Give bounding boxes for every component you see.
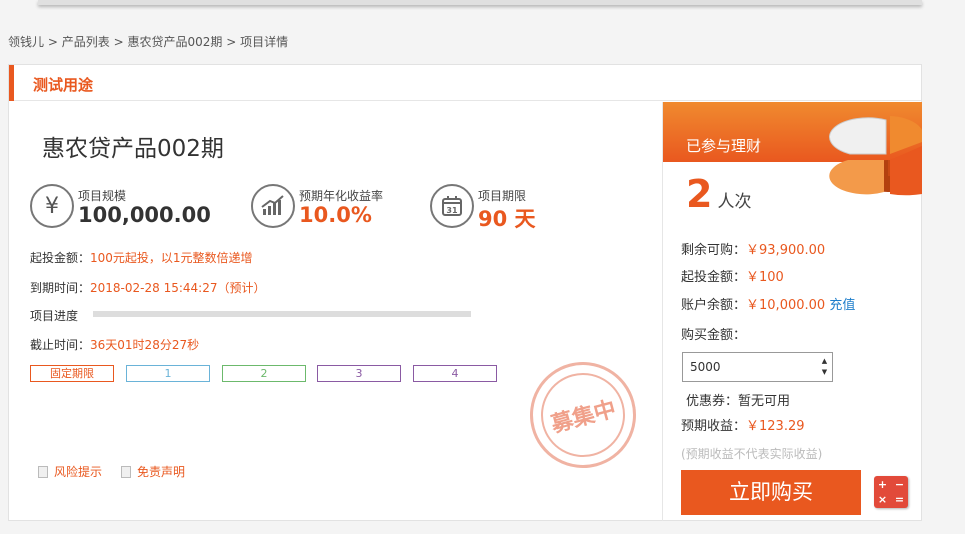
breadcrumb-separator: > xyxy=(113,35,124,49)
min-invest-right-row: 起投金额：￥100 xyxy=(681,266,784,285)
svg-text:31: 31 xyxy=(446,206,458,215)
deadline-row: 截止时间：36天01时28分27秒 xyxy=(30,336,199,353)
risk-link[interactable]: 风险提示 xyxy=(38,463,102,480)
deadline-label: 截止时间： xyxy=(30,338,91,352)
balance-row: 账户余额：￥10,000.00 充值 xyxy=(681,294,855,313)
breadcrumb-product-list[interactable]: 产品列表 xyxy=(62,35,110,49)
coupon-row: 优惠券：暂无可用 xyxy=(686,390,790,409)
stat-scale-value: 100,000.00 xyxy=(78,203,211,227)
risk-link-label[interactable]: 风险提示 xyxy=(54,463,102,480)
progress-bar xyxy=(93,311,471,317)
min-invest-right-label: 起投金额： xyxy=(681,270,747,285)
breadcrumb-separator: > xyxy=(47,35,58,49)
tag-1: 1 xyxy=(126,365,210,382)
min-invest-value: 100元起投，以1元整数倍递增 xyxy=(90,251,253,265)
amount-value: 5000 xyxy=(690,360,721,374)
calculator-icon[interactable]: + − × = xyxy=(874,476,908,508)
breadcrumb-product[interactable]: 惠农贷产品002期 xyxy=(127,35,222,49)
card-header: 测试用途 xyxy=(9,65,921,101)
stat-rate-value: 10.0% xyxy=(299,203,372,227)
breadcrumb-current: 项目详情 xyxy=(240,35,289,49)
tag-2: 2 xyxy=(222,365,306,382)
purchase-panel: 已参与理财 2 人次 剩余可购：￥93,900.00 起投金额：￥100 账户余… xyxy=(662,102,922,521)
remaining-value: ￥93,900.00 xyxy=(746,243,826,258)
stat-term-value: 90 天 xyxy=(478,207,536,231)
product-title: 惠农贷产品002期 xyxy=(42,136,224,162)
disclaimer-link-label[interactable]: 免责声明 xyxy=(137,463,185,480)
banner-text: 已参与理财 xyxy=(686,137,762,155)
min-invest-row: 起投金额：100元起投，以1元整数倍递增 xyxy=(30,249,253,266)
product-detail-card: 测试用途 惠农贷产品002期 ¥ 项目规模 100,000.00 预期年化收益率… xyxy=(8,64,922,521)
min-invest-right-value: ￥100 xyxy=(746,270,784,285)
stat-scale-label: 项目规模 xyxy=(78,189,127,203)
header-accent-bar xyxy=(9,65,14,101)
section-title: 测试用途 xyxy=(33,76,94,94)
participant-number: 2 xyxy=(686,172,713,216)
participant-count: 2 人次 xyxy=(686,172,752,216)
recharge-link[interactable]: 充值 xyxy=(829,298,855,313)
fundraising-stamp: 募集中 xyxy=(518,350,648,480)
stamp-text: 募集中 xyxy=(531,363,635,467)
calendar-icon: 31 xyxy=(430,184,474,228)
coupon-value: 暂无可用 xyxy=(738,394,791,409)
min-invest-label: 起投金额： xyxy=(30,251,91,265)
top-shadow-bar xyxy=(38,0,922,5)
chart-growth-icon xyxy=(251,184,295,228)
expected-return-row: 预期收益：￥123.29 xyxy=(681,415,805,434)
expected-return-value: ￥123.29 xyxy=(746,419,805,434)
pie-chart-icon xyxy=(829,116,922,196)
disclaimer-link[interactable]: 免责声明 xyxy=(121,463,185,480)
tag-3: 3 xyxy=(317,365,401,382)
breadcrumb-separator: > xyxy=(226,35,237,49)
stat-scale: ¥ 项目规模 100,000.00 xyxy=(30,184,220,234)
coupon-label: 优惠券： xyxy=(686,394,739,409)
stat-term-label: 项目期限 xyxy=(478,189,527,203)
breadcrumb: 领钱儿 > 产品列表 > 惠农贷产品002期 > 项目详情 xyxy=(8,33,288,50)
amount-label: 购买金额： xyxy=(681,328,747,343)
stat-rate: 预期年化收益率 10.0% xyxy=(251,184,411,234)
tag-fixed-term: 固定期限 xyxy=(30,365,114,382)
due-time-value: 2018-02-28 15:44:27（预计） xyxy=(90,281,266,295)
stat-rate-label: 预期年化收益率 xyxy=(299,189,384,203)
progress-label: 项目进度 xyxy=(30,309,79,323)
deadline-value: 36天01时28分27秒 xyxy=(90,338,200,352)
yen-icon: ¥ xyxy=(30,184,74,228)
participant-unit: 人次 xyxy=(717,192,752,212)
product-info-panel: 惠农贷产品002期 ¥ 项目规模 100,000.00 预期年化收益率 10.0… xyxy=(9,102,662,521)
disclaimer-note: (预期收益不代表实际收益) xyxy=(681,447,823,461)
balance-label: 账户余额： xyxy=(681,298,747,313)
balance-value: ￥10,000.00 xyxy=(746,298,826,313)
amount-input[interactable]: 5000 ▲ ▼ xyxy=(682,352,833,382)
tag-4: 4 xyxy=(413,365,497,382)
remaining-row: 剩余可购：￥93,900.00 xyxy=(681,239,825,258)
breadcrumb-home[interactable]: 领钱儿 xyxy=(8,35,44,49)
remaining-label: 剩余可购： xyxy=(681,243,747,258)
buy-now-button[interactable]: 立即购买 xyxy=(681,470,861,515)
stat-term: 31 项目期限 90 天 xyxy=(430,184,570,234)
due-time-row: 到期时间：2018-02-28 15:44:27（预计） xyxy=(30,279,265,296)
document-icon xyxy=(38,465,48,478)
document-icon xyxy=(121,465,131,478)
due-time-label: 到期时间： xyxy=(30,281,91,295)
expected-return-label: 预期收益： xyxy=(681,419,747,434)
amount-stepper[interactable]: ▲ ▼ xyxy=(819,356,830,378)
